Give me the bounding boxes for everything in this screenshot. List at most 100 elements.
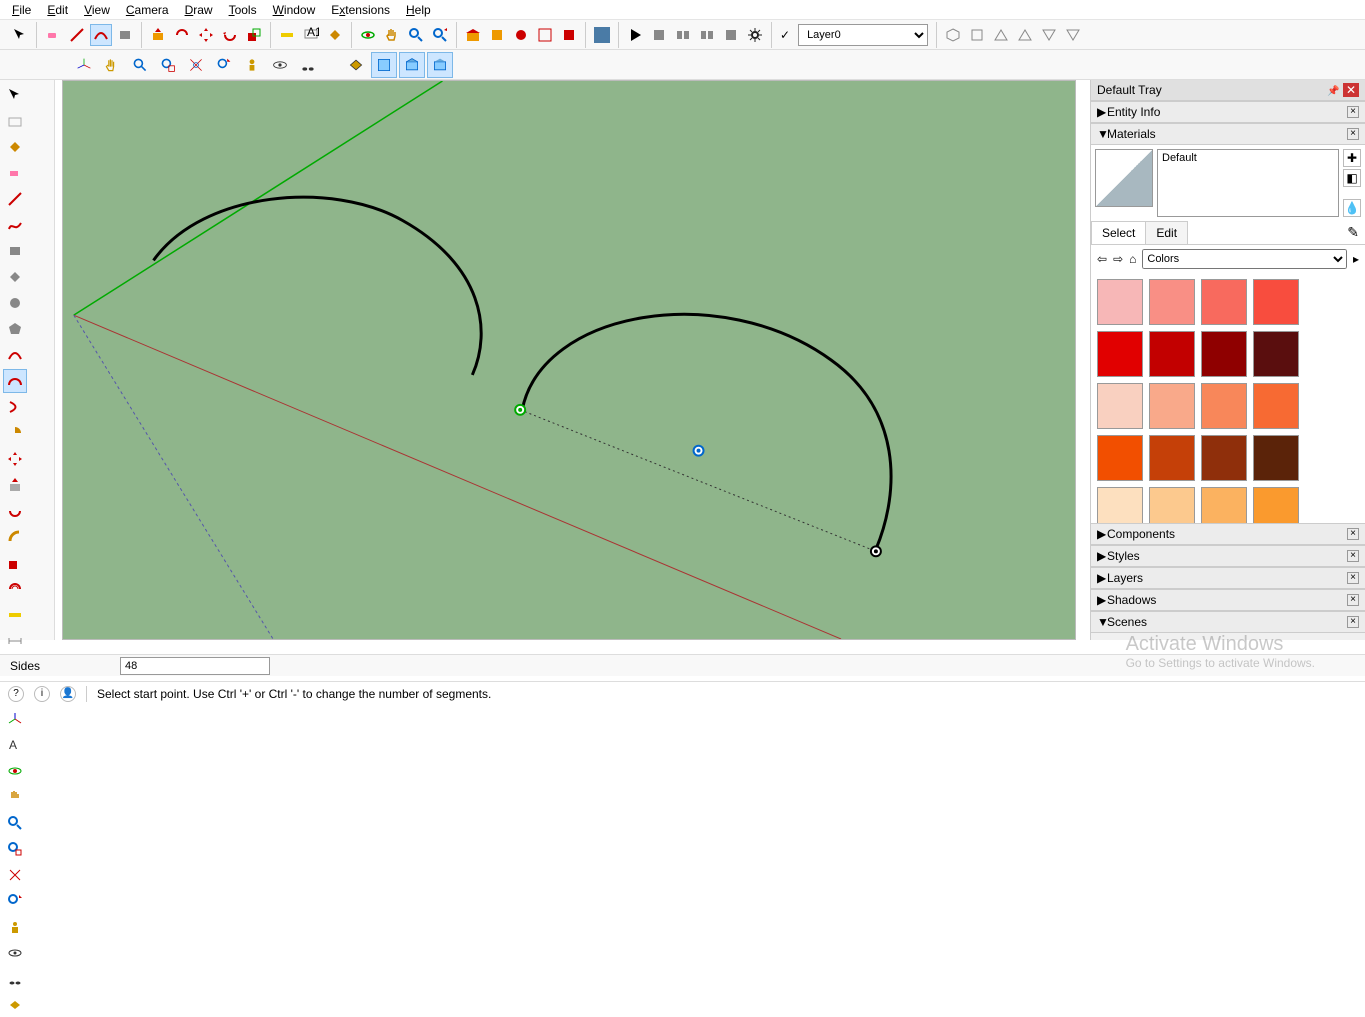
- palette-orbit[interactable]: [3, 759, 27, 783]
- menu-file[interactable]: File: [4, 1, 39, 19]
- section-plane-icon[interactable]: [343, 52, 369, 78]
- section-display-icon[interactable]: [371, 52, 397, 78]
- palette-tape[interactable]: [3, 603, 27, 627]
- palette-scale[interactable]: [3, 551, 27, 575]
- look-around-icon[interactable]: [267, 52, 293, 78]
- pin-icon[interactable]: 📌: [1327, 86, 1339, 97]
- palette-offset[interactable]: [3, 577, 27, 601]
- close-icon[interactable]: ×: [1347, 128, 1359, 140]
- palette-select[interactable]: [3, 83, 27, 107]
- palette-pie[interactable]: [3, 421, 27, 445]
- close-icon[interactable]: ×: [1347, 616, 1359, 628]
- palette-circle[interactable]: [3, 291, 27, 315]
- close-icon[interactable]: ×: [1347, 550, 1359, 562]
- status-icon-2[interactable]: i: [34, 686, 50, 702]
- palette-arc[interactable]: [3, 343, 27, 367]
- library-menu-icon[interactable]: ▸: [1353, 252, 1359, 266]
- menu-draw[interactable]: Draw: [177, 1, 221, 19]
- layout-tool[interactable]: [534, 24, 556, 46]
- zoom-extents2-icon[interactable]: [183, 52, 209, 78]
- color-swatch[interactable]: [1201, 331, 1247, 377]
- color-swatch[interactable]: [1201, 487, 1247, 523]
- palette-prev[interactable]: [3, 889, 27, 913]
- measurement-input[interactable]: [120, 657, 270, 675]
- color-swatch[interactable]: [1253, 331, 1299, 377]
- warehouse-tool[interactable]: [462, 24, 484, 46]
- color-swatch[interactable]: [1253, 279, 1299, 325]
- current-material-swatch[interactable]: [1095, 149, 1153, 207]
- rectangle-tool[interactable]: [114, 24, 136, 46]
- palette-camera[interactable]: [3, 915, 27, 939]
- panel-scenes[interactable]: ▼Scenes×: [1091, 611, 1365, 633]
- color-swatch[interactable]: [1201, 279, 1247, 325]
- palette-pushpull[interactable]: [3, 473, 27, 497]
- line-tool[interactable]: [66, 24, 88, 46]
- color-swatch[interactable]: [1149, 435, 1195, 481]
- move-tool[interactable]: [195, 24, 217, 46]
- panel-components[interactable]: ▶Components×: [1091, 523, 1365, 545]
- color-swatch[interactable]: [1253, 487, 1299, 523]
- status-icon-3[interactable]: 👤: [60, 686, 76, 702]
- menu-camera[interactable]: Camera: [118, 1, 177, 19]
- palette-3pt-arc[interactable]: [3, 395, 27, 419]
- home-icon[interactable]: ⌂: [1129, 252, 1136, 266]
- eyedropper-icon[interactable]: 💧: [1343, 199, 1361, 217]
- palette-paint[interactable]: [3, 135, 27, 159]
- select-tool[interactable]: [9, 24, 31, 46]
- component-tool[interactable]: [486, 24, 508, 46]
- extension-tool[interactable]: [510, 24, 532, 46]
- panel-shadows[interactable]: ▶Shadows×: [1091, 589, 1365, 611]
- menu-edit[interactable]: Edit: [39, 1, 76, 19]
- menu-view[interactable]: View: [76, 1, 118, 19]
- library-dropdown[interactable]: Colors: [1142, 249, 1347, 269]
- color-swatch[interactable]: [1149, 279, 1195, 325]
- color-swatch[interactable]: [1097, 279, 1143, 325]
- tab-select[interactable]: Select: [1091, 221, 1146, 244]
- view-right[interactable]: [1014, 24, 1036, 46]
- palette-component[interactable]: [3, 109, 27, 133]
- layer-dropdown[interactable]: Layer0: [798, 24, 928, 46]
- paint-tool[interactable]: [324, 24, 346, 46]
- color-swatch[interactable]: [1097, 435, 1143, 481]
- color-swatch[interactable]: [1097, 487, 1143, 523]
- play-button[interactable]: [624, 24, 646, 46]
- section-fill-icon[interactable]: [427, 52, 453, 78]
- view-left[interactable]: [1062, 24, 1084, 46]
- panel-layers[interactable]: ▶Layers×: [1091, 567, 1365, 589]
- view-iso[interactable]: [942, 24, 964, 46]
- viewport[interactable]: [62, 80, 1076, 640]
- previous-view-icon[interactable]: [211, 52, 237, 78]
- text-tool[interactable]: A1: [300, 24, 322, 46]
- orbit-tool[interactable]: [357, 24, 379, 46]
- close-icon[interactable]: ×: [1347, 594, 1359, 606]
- palette-zoomwin[interactable]: [3, 837, 27, 861]
- settings-button[interactable]: [744, 24, 766, 46]
- palette-axes[interactable]: [3, 707, 27, 731]
- export-tool[interactable]: [558, 24, 580, 46]
- palette-rectangle[interactable]: [3, 239, 27, 263]
- palette-line[interactable]: [3, 187, 27, 211]
- color-swatch[interactable]: [1253, 435, 1299, 481]
- menu-tools[interactable]: Tools: [221, 1, 265, 19]
- offset-tool[interactable]: [171, 24, 193, 46]
- color-swatch[interactable]: [1201, 383, 1247, 429]
- position-camera-icon[interactable]: [239, 52, 265, 78]
- zoom-window-icon[interactable]: [155, 52, 181, 78]
- color-swatch[interactable]: [1149, 383, 1195, 429]
- scene-prev[interactable]: [672, 24, 694, 46]
- palette-dimension[interactable]: [3, 629, 27, 653]
- pushpull-tool[interactable]: [147, 24, 169, 46]
- palette-zoom[interactable]: [3, 811, 27, 835]
- menu-extensions[interactable]: Extensions: [323, 1, 398, 19]
- create-material-icon[interactable]: ✚: [1343, 149, 1361, 167]
- color-swatch[interactable]: [1097, 331, 1143, 377]
- close-icon[interactable]: ×: [1347, 572, 1359, 584]
- hand-icon[interactable]: [99, 52, 125, 78]
- palette-followme[interactable]: [3, 525, 27, 549]
- menu-window[interactable]: Window: [265, 1, 324, 19]
- view-back[interactable]: [1038, 24, 1060, 46]
- menu-help[interactable]: Help: [398, 1, 439, 19]
- palette-walk[interactable]: [3, 967, 27, 991]
- zoom-tool[interactable]: [405, 24, 427, 46]
- set-default-icon[interactable]: ◧: [1343, 169, 1361, 187]
